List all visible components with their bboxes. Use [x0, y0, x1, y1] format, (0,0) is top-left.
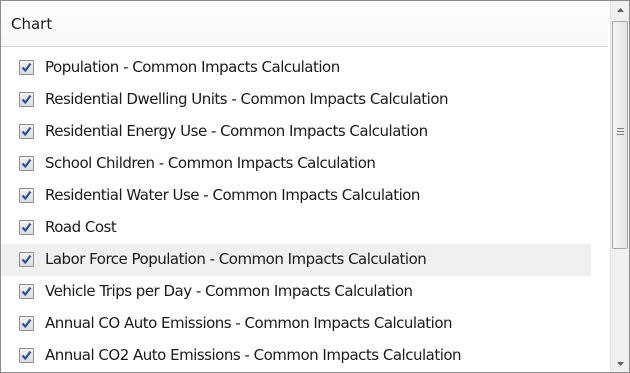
- list-item[interactable]: Road Cost: [1, 212, 591, 244]
- list-item[interactable]: Annual CO Auto Emissions - Common Impact…: [1, 308, 591, 340]
- rows-container: Population - Common Impacts Calculation …: [1, 52, 608, 372]
- checkbox[interactable]: [19, 220, 34, 235]
- list-item-label: Residential Dwelling Units - Common Impa…: [45, 90, 449, 108]
- checkbox[interactable]: [19, 60, 34, 75]
- list-item-label: Annual CO2 Auto Emissions - Common Impac…: [45, 346, 462, 364]
- checkmark-icon: [21, 158, 32, 169]
- scrollbar-thumb[interactable]: [612, 21, 628, 249]
- list-item[interactable]: Labor Force Population - Common Impacts …: [1, 244, 591, 276]
- list-item[interactable]: Residential Energy Use - Common Impacts …: [1, 116, 591, 148]
- checkbox[interactable]: [19, 252, 34, 267]
- scroll-down-button[interactable]: [611, 355, 629, 372]
- checkbox[interactable]: [19, 92, 34, 107]
- checkmark-icon: [21, 190, 32, 201]
- checkmark-icon: [21, 254, 32, 265]
- checkmark-icon: [21, 94, 32, 105]
- grip-icon: [617, 128, 624, 136]
- list-item-label: Labor Force Population - Common Impacts …: [45, 250, 427, 268]
- checkbox[interactable]: [19, 284, 34, 299]
- checkmark-icon: [21, 286, 32, 297]
- checkmark-icon: [21, 62, 32, 73]
- checkmark-icon: [21, 222, 32, 233]
- chart-list[interactable]: Chart Population - Common Impacts Calcul…: [0, 0, 630, 373]
- list-item-label: Residential Energy Use - Common Impacts …: [45, 122, 428, 140]
- checkmark-icon: [21, 126, 32, 137]
- checkbox[interactable]: [19, 348, 34, 363]
- checkbox[interactable]: [19, 316, 34, 331]
- list-item[interactable]: Annual CO2 Auto Emissions - Common Impac…: [1, 340, 591, 372]
- list-item[interactable]: Vehicle Trips per Day - Common Impacts C…: [1, 276, 591, 308]
- triangle-up-icon: [616, 7, 624, 12]
- list-item[interactable]: Residential Dwelling Units - Common Impa…: [1, 84, 591, 116]
- list-item-label: Road Cost: [45, 218, 117, 236]
- list-item[interactable]: School Children - Common Impacts Calcula…: [1, 148, 591, 180]
- list-item-label: Vehicle Trips per Day - Common Impacts C…: [45, 282, 413, 300]
- checkbox[interactable]: [19, 188, 34, 203]
- triangle-down-icon: [616, 361, 624, 366]
- list-item-label: Residential Water Use - Common Impacts C…: [45, 186, 420, 204]
- column-header-chart[interactable]: Chart: [1, 1, 608, 47]
- column-header-label: Chart: [11, 14, 53, 33]
- list-item[interactable]: Population - Common Impacts Calculation: [1, 52, 591, 84]
- checkmark-icon: [21, 350, 32, 361]
- list-item-label: Annual CO Auto Emissions - Common Impact…: [45, 314, 453, 332]
- checkbox[interactable]: [19, 124, 34, 139]
- vertical-scrollbar[interactable]: [610, 1, 629, 372]
- list-item[interactable]: Residential Water Use - Common Impacts C…: [1, 180, 591, 212]
- scroll-up-button[interactable]: [611, 1, 629, 18]
- list-item-label: School Children - Common Impacts Calcula…: [45, 154, 376, 172]
- checkbox[interactable]: [19, 156, 34, 171]
- list-item-label: Population - Common Impacts Calculation: [45, 58, 340, 76]
- checkmark-icon: [21, 318, 32, 329]
